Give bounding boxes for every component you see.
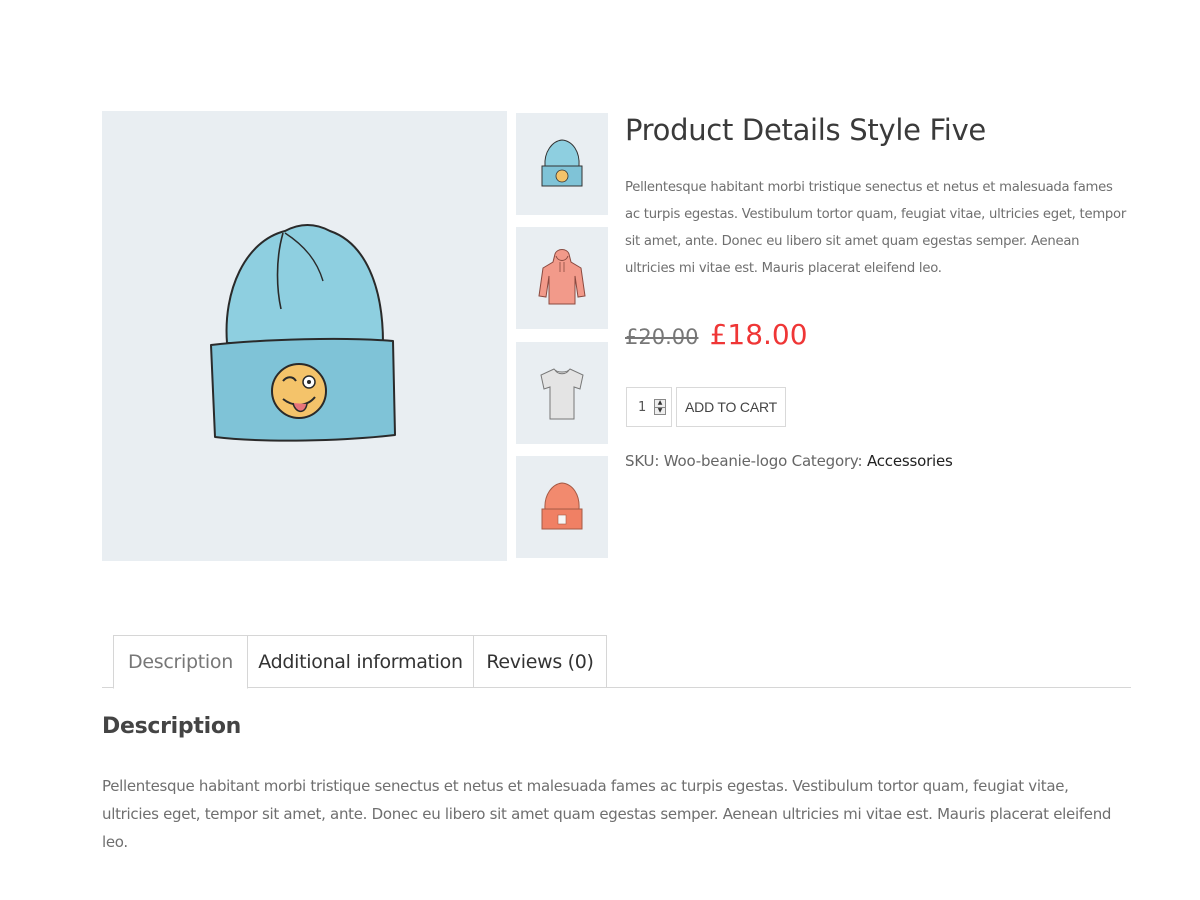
product-short-description: Pellentesque habitant morbi tristique se…: [625, 180, 1127, 276]
thumbnail-coral-beanie[interactable]: [516, 456, 608, 558]
thumbnail-blue-beanie[interactable]: [516, 113, 608, 215]
decrement-arrow-icon[interactable]: ▼: [655, 407, 665, 414]
product-meta: SKU: Woo-beanie-logo Category: Accessori…: [625, 452, 953, 470]
tab-description[interactable]: Description: [113, 635, 248, 689]
beanie-icon: [541, 482, 583, 530]
main-product-image[interactable]: [102, 111, 507, 561]
description-heading: Description: [102, 714, 241, 739]
product-page: Product Details Style Five Pellentesque …: [0, 0, 1200, 900]
quantity-spinner[interactable]: ▲ ▼: [654, 399, 666, 415]
sku-value: Woo-beanie-logo: [663, 452, 788, 470]
quantity-value[interactable]: 1: [638, 400, 652, 415]
thumbnail-grey-tshirt[interactable]: [516, 342, 608, 444]
blue-beanie-image: [209, 224, 396, 442]
add-to-cart-button[interactable]: ADD TO CART: [676, 387, 786, 427]
tshirt-icon: [540, 368, 584, 420]
sale-price: £18.00: [709, 318, 808, 351]
tab-additional-information[interactable]: Additional information: [247, 635, 474, 688]
regular-price: £20.00: [625, 325, 699, 349]
product-title: Product Details Style Five: [625, 113, 986, 147]
product-price: £20.00 £18.00: [625, 318, 808, 351]
category-link[interactable]: Accessories: [867, 452, 953, 470]
sku-label: SKU:: [625, 452, 660, 470]
beanie-icon: [541, 139, 583, 187]
thumbnail-pink-hoodie[interactable]: [516, 227, 608, 329]
quantity-stepper[interactable]: 1 ▲ ▼: [626, 387, 672, 427]
hoodie-icon: [538, 249, 586, 305]
category-label: Category:: [791, 452, 863, 470]
description-text: Pellentesque habitant morbi tristique se…: [102, 777, 1112, 851]
tab-reviews[interactable]: Reviews (0): [473, 635, 607, 688]
